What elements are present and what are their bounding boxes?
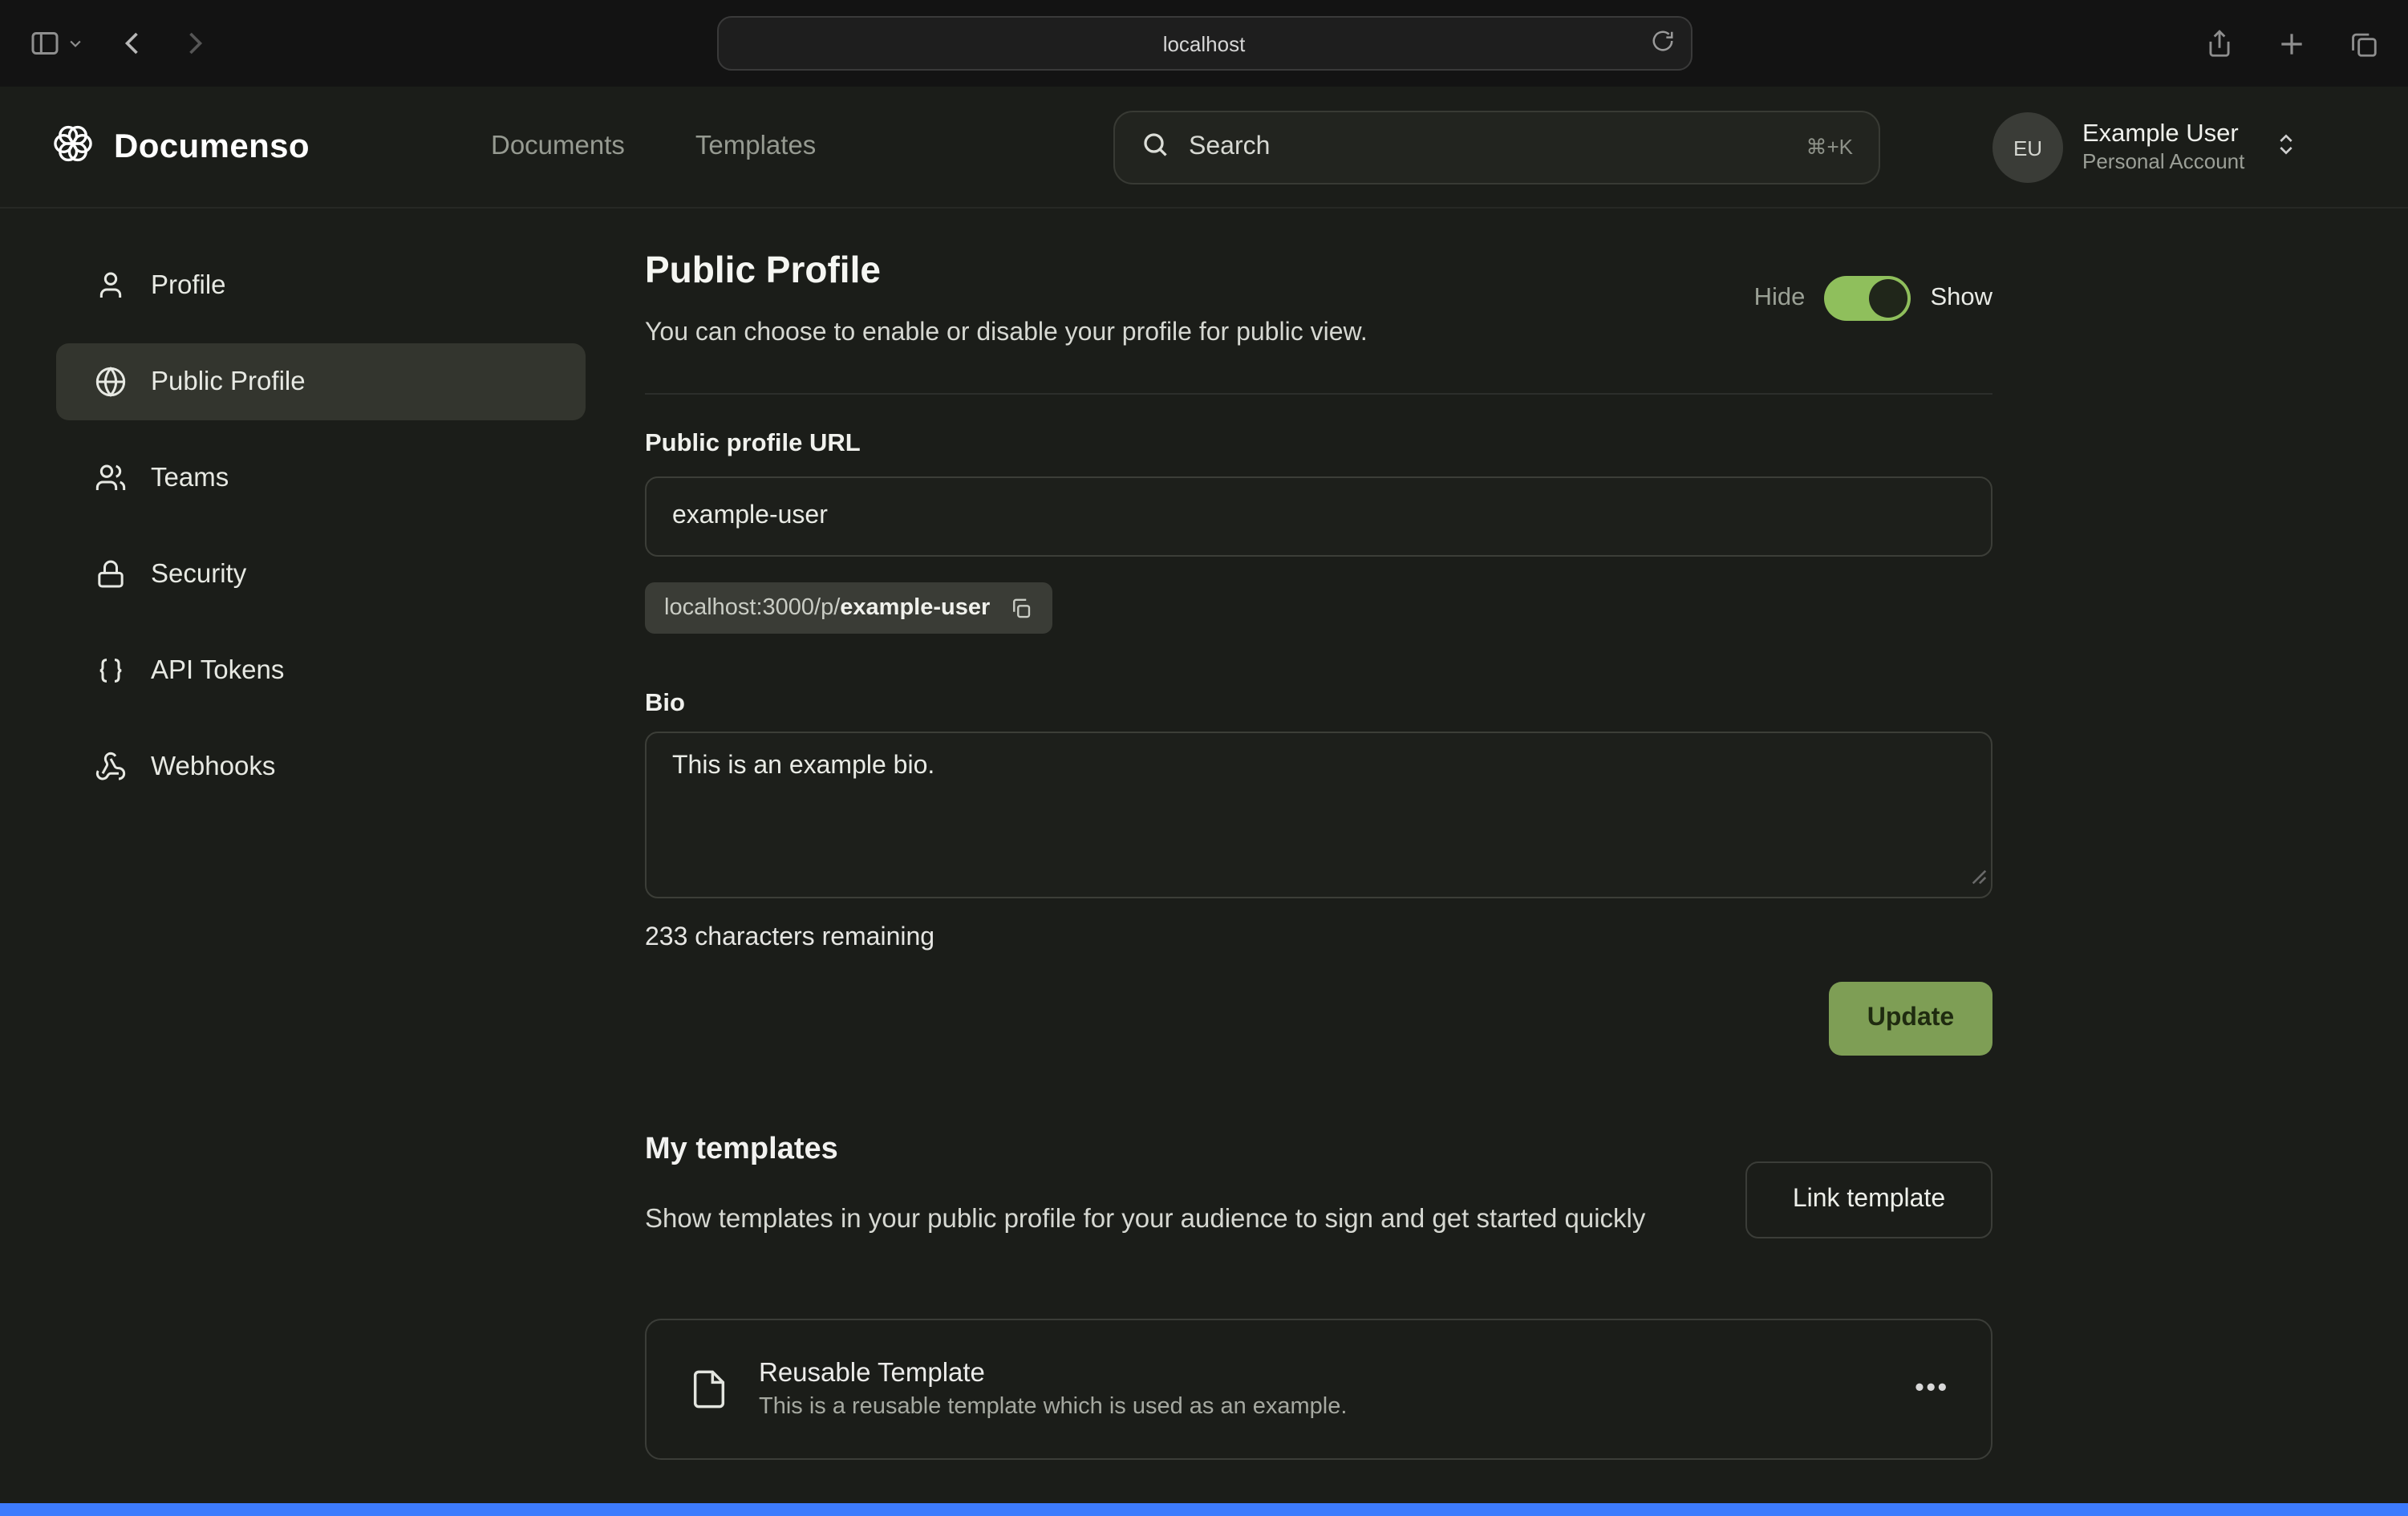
reload-icon[interactable]: [1650, 29, 1674, 53]
template-menu-button[interactable]: •••: [1915, 1375, 1949, 1404]
profile-url-input[interactable]: [645, 476, 1992, 557]
back-icon[interactable]: [119, 29, 148, 58]
globe-icon: [95, 366, 127, 398]
sidebar-item-label: Webhooks: [151, 752, 275, 782]
file-icon: [688, 1365, 730, 1413]
documenso-logo-icon: [51, 121, 95, 172]
tabs-overview-icon[interactable]: [2349, 28, 2379, 59]
nav-documents[interactable]: Documents: [491, 132, 625, 162]
section-divider: [645, 393, 1992, 395]
search-shortcut: ⌘+K: [1806, 135, 1853, 160]
page-title: Public Profile: [645, 249, 881, 292]
user-name: Example User: [2082, 119, 2244, 150]
search-bar[interactable]: ⌘+K: [1113, 111, 1880, 184]
bio-textarea[interactable]: This is an example bio.: [645, 732, 1992, 898]
braces-icon: [95, 655, 127, 687]
webhook-icon: [95, 751, 127, 783]
main-nav: Documents Templates: [491, 87, 816, 207]
profile-visibility-control: Hide Show: [1754, 276, 1992, 321]
template-name: Reusable Template: [759, 1355, 1347, 1391]
characters-remaining: 233 characters remaining: [645, 924, 934, 953]
sidebar-item-label: Security: [151, 559, 246, 590]
sidebar-item-label: API Tokens: [151, 655, 284, 686]
sidebar-item-public-profile[interactable]: Public Profile: [56, 343, 586, 420]
sidebar-item-label: Profile: [151, 270, 226, 301]
sidebar-item-label: Public Profile: [151, 367, 306, 397]
sidebar-item-security[interactable]: Security: [56, 536, 586, 613]
copy-icon[interactable]: [1009, 596, 1033, 620]
nav-templates[interactable]: Templates: [695, 132, 816, 162]
bottom-highlight-bar: [0, 1503, 2408, 1516]
new-tab-icon[interactable]: [2276, 28, 2307, 59]
public-url-text: localhost:3000/p/example-user: [664, 595, 990, 621]
sidebar-item-api-tokens[interactable]: API Tokens: [56, 632, 586, 709]
public-url-slug: example-user: [840, 595, 990, 621]
bio-label: Bio: [645, 690, 685, 719]
user-menu[interactable]: EU Example User Personal Account: [1992, 111, 2299, 184]
sidebar-item-profile[interactable]: Profile: [56, 247, 586, 324]
ellipsis-icon: •••: [1915, 1375, 1949, 1402]
template-description: This is a reusable template which is use…: [759, 1391, 1347, 1424]
update-button[interactable]: Update: [1829, 982, 1992, 1056]
visibility-toggle[interactable]: [1824, 276, 1911, 321]
link-template-button[interactable]: Link template: [1745, 1161, 1992, 1238]
share-icon[interactable]: [2204, 28, 2235, 59]
public-profile-page: Public Profile You can choose to enable …: [645, 209, 1992, 1516]
address-bar[interactable]: localhost: [716, 16, 1692, 71]
search-icon: [1141, 129, 1170, 166]
settings-sidebar: Profile Public Profile Teams Security AP…: [56, 247, 586, 825]
users-icon: [95, 462, 127, 494]
chevrons-up-down-icon: [2273, 131, 2299, 164]
avatar: EU: [1992, 112, 2063, 183]
app-header: Documenso Documents Templates ⌘+K EU Exa…: [0, 87, 2408, 209]
sidebar-item-teams[interactable]: Teams: [56, 440, 586, 517]
profile-url-label: Public profile URL: [645, 430, 861, 459]
page-subtitle: You can choose to enable or disable your…: [645, 319, 1368, 348]
search-input[interactable]: [1189, 133, 1786, 162]
user-account-type: Personal Account: [2082, 149, 2244, 176]
sidebar-item-label: Teams: [151, 463, 229, 493]
user-icon: [95, 270, 127, 302]
brand-name: Documenso: [114, 128, 310, 166]
browser-toolbar: localhost: [0, 0, 2408, 87]
public-url-base: localhost:3000/p/: [664, 595, 840, 621]
hide-label: Hide: [1754, 284, 1806, 313]
sidebar-toggle-icon[interactable]: [29, 27, 61, 59]
lock-icon: [95, 558, 127, 590]
my-templates-description: Show templates in your public profile fo…: [645, 1200, 1752, 1241]
chevron-down-icon[interactable]: [67, 35, 83, 51]
my-templates-title: My templates: [645, 1133, 838, 1168]
toggle-knob: [1869, 279, 1907, 318]
forward-icon[interactable]: [180, 29, 209, 58]
app-window: localhost Docum: [0, 0, 2408, 1516]
brand[interactable]: Documenso: [51, 121, 310, 172]
template-card: Reusable Template This is a reusable tem…: [645, 1319, 1992, 1460]
sidebar-item-webhooks[interactable]: Webhooks: [56, 728, 586, 805]
address-bar-url: localhost: [1163, 31, 1246, 55]
show-label: Show: [1930, 284, 1992, 313]
public-url-preview: localhost:3000/p/example-user: [645, 582, 1052, 634]
resize-grip-icon[interactable]: [1970, 865, 1988, 894]
